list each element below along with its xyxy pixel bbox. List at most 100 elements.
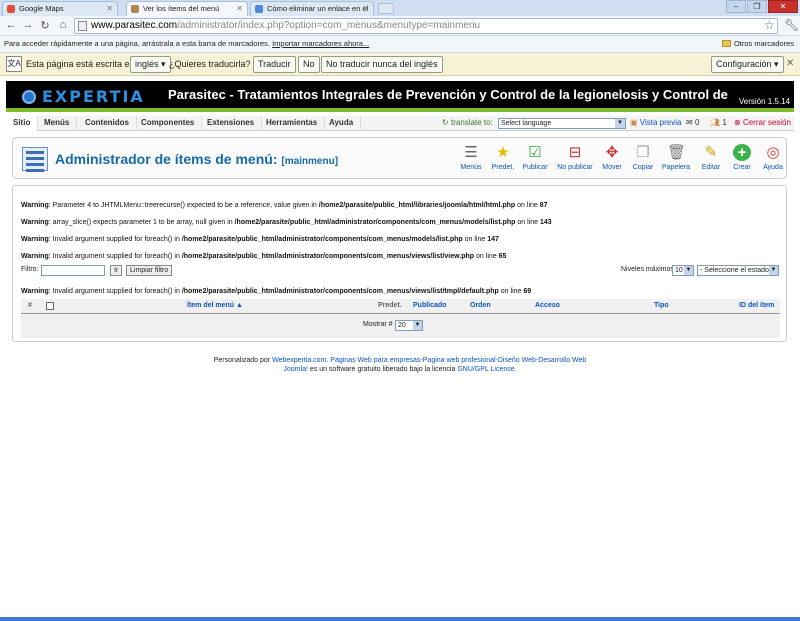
other-bookmarks[interactable]: Otros marcadores (721, 36, 794, 52)
publish-button[interactable]: ☑ Publicar (519, 144, 551, 171)
language-dropdown[interactable]: inglés ▾ (130, 56, 171, 73)
move-button[interactable]: ✥ Mover (596, 144, 628, 171)
warning-text: : Parameter 4 to JHTMLMenu::treerecurse(… (48, 202, 319, 209)
warning-label: Warning (21, 236, 49, 243)
page-title: Administrador de ítems de menú: [mainmen… (55, 151, 338, 167)
levels-select[interactable]: 10 ▼ (672, 265, 694, 276)
menu-componentes[interactable]: Componentes (134, 116, 203, 131)
tab-menu-items[interactable]: Ver los ítems del menú ✕ (126, 1, 248, 16)
state-select[interactable]: - Seleccione el estado - ▼ (697, 265, 779, 276)
never-translate-button[interactable]: No traducir nunca del inglés (321, 56, 443, 73)
col-type[interactable]: Tipo (654, 302, 669, 309)
filter-input[interactable] (41, 265, 105, 276)
gpl-license-link[interactable]: GNU/GPL License. (457, 366, 516, 373)
logo-text: EXPERTIA (42, 87, 145, 106)
close-tab-icon[interactable]: ✕ (236, 2, 243, 15)
unpublish-button[interactable]: ⊟ No publicar (556, 144, 594, 171)
publish-label: Publicar (522, 164, 548, 171)
translate-icon: 文A (6, 56, 22, 72)
menu-herramientas[interactable]: Herramientas (259, 116, 326, 131)
folder-icon (721, 40, 731, 47)
move-icon: ✥ (605, 144, 619, 161)
warning-line: 69 (523, 288, 532, 295)
warning-file: /home2/parasite/public_html/administrato… (181, 253, 475, 260)
messages-count[interactable]: ✉ 0 (686, 116, 699, 130)
col-item-id[interactable]: ID del ítem (739, 302, 774, 309)
trash-button[interactable]: 🗑︎ Papelera (660, 144, 692, 171)
new-tab-button[interactable] (378, 3, 394, 14)
default-label: Predet. (491, 164, 515, 171)
joomla-link[interactable]: Joomla! (283, 366, 308, 373)
google-maps-favicon-icon (7, 5, 15, 13)
col-published[interactable]: Publicado (413, 302, 446, 309)
go-button[interactable]: Ir (110, 265, 123, 276)
close-translate-icon[interactable]: ✕ (786, 58, 794, 69)
menus-button[interactable]: ☰ Menús (455, 144, 487, 171)
minimize-icon[interactable]: – (726, 0, 746, 13)
show-count-select[interactable]: 20 ▼ (395, 320, 423, 331)
edit-button[interactable]: ✎ Editar (695, 144, 727, 171)
col-access[interactable]: Acceso (535, 302, 560, 309)
warning-on-line: on line (498, 288, 524, 295)
translate-options-button[interactable]: Configuración ▾ (711, 56, 784, 73)
preview-link[interactable]: ▣ Vista previa (630, 116, 681, 130)
footer-line-1: Personalizado por Webexpertia.com. Pagin… (0, 357, 800, 364)
bookmark-star-icon[interactable]: ☆ (764, 18, 775, 32)
trash-icon: 🗑︎ (667, 144, 687, 161)
menu-ayuda[interactable]: Ayuda (322, 116, 362, 131)
default-button[interactable]: ★ Predet. (487, 144, 519, 171)
wrench-icon[interactable]: 🔧︎ (784, 18, 799, 32)
col-order[interactable]: Orden (470, 302, 491, 309)
tab-remove-link[interactable]: Cómo eliminar un enlace en el ✕ (250, 1, 374, 16)
col-number: # (28, 302, 32, 309)
translate-to-label: translate to: (451, 118, 493, 127)
admin-menu: Sitio Menús Contenidos Componentes Exten… (6, 116, 794, 131)
close-tab-icon[interactable]: ✕ (106, 2, 113, 15)
tab-strip: Google Maps ✕ Ver los ítems del menú ✕ C… (0, 0, 800, 16)
import-bookmarks-link[interactable]: Importar marcadores ahora... (272, 39, 369, 48)
show-label: Mostrar # (363, 321, 393, 328)
no-button[interactable]: No (298, 56, 320, 73)
tab-google-maps[interactable]: Google Maps ✕ (2, 1, 118, 16)
reset-filter-button[interactable]: Limpiar filtro (126, 265, 173, 276)
logout-link[interactable]: ⊗ Cerrar sesión (734, 116, 791, 130)
copy-icon: ❐ (636, 144, 650, 161)
taskbar-edge (0, 617, 800, 621)
menu-extensiones[interactable]: Extensiones (200, 116, 263, 131)
address-bar[interactable]: www.parasitec.com/administrator/index.ph… (74, 18, 778, 34)
users-value: 1 (722, 118, 727, 127)
menu-menus[interactable]: Menús (37, 116, 78, 131)
help-button[interactable]: ◎ Ayuda (757, 144, 789, 171)
move-label: Mover (602, 164, 622, 171)
warning-label: Warning (21, 202, 49, 209)
warning-label: Warning (21, 253, 49, 260)
translate-button[interactable]: Traducir (253, 56, 296, 73)
warning-on-line: on line (462, 236, 488, 243)
close-window-icon[interactable]: ✕ (768, 0, 798, 13)
menus-label: Menús (460, 164, 482, 171)
translate-bar: 文A Esta página está escrita en inglés ▾ … (0, 53, 800, 76)
filter-label: Filtro: (21, 266, 39, 273)
back-icon[interactable]: ← (4, 19, 18, 31)
language-select[interactable]: Select language ▼ (498, 118, 626, 129)
bookmarks-bar: Para acceder rápidamente a una página, a… (0, 36, 800, 53)
new-button[interactable]: + Crear (726, 144, 758, 171)
home-icon[interactable]: ⌂ (56, 19, 70, 31)
menu-sitio[interactable]: Sitio (6, 116, 39, 131)
warning-text: : Invalid argument supplied for foreach(… (48, 253, 182, 260)
close-tab-icon[interactable]: ✕ (362, 2, 369, 15)
col-menu-item[interactable]: Ítem del menú ▲ (187, 302, 243, 309)
warning-label: Warning (21, 219, 49, 226)
show-count-value: 20 (398, 322, 406, 329)
maximize-icon[interactable]: ❐ (747, 0, 767, 13)
warning-file: /home2/parasite/public_html/administrato… (181, 236, 463, 243)
table-footer: Mostrar # 20 ▼ (21, 314, 780, 338)
webexpertia-link[interactable]: Webexpertia.com. Paginas Web para empres… (272, 357, 586, 364)
menu-contenidos[interactable]: Contenidos (78, 116, 137, 131)
select-all-checkbox[interactable] (46, 302, 54, 310)
edit-label: Editar (701, 164, 721, 171)
copy-button[interactable]: ❐ Copiar (627, 144, 659, 171)
translate-prefix: Esta página está escrita en (26, 59, 135, 69)
reload-icon[interactable]: ↻ (38, 19, 52, 32)
forward-icon[interactable]: → (21, 19, 35, 31)
